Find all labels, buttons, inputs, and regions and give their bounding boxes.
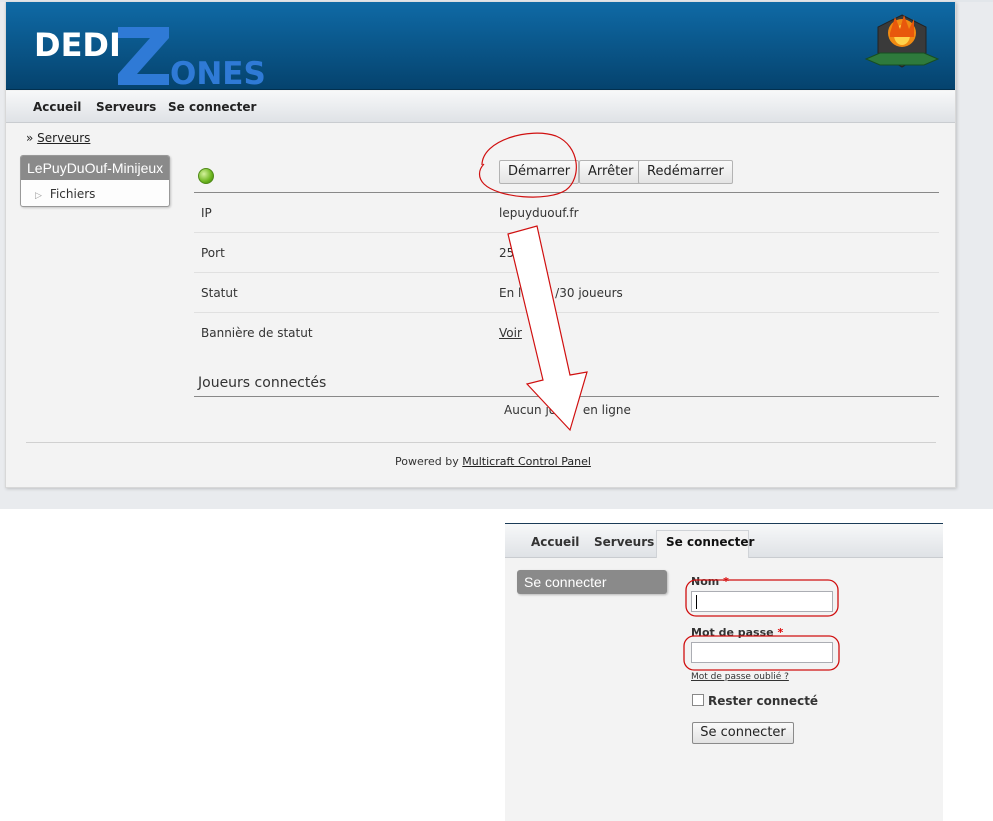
info-row-statut: Statut En li /30 joueurs: [194, 273, 939, 313]
multicraft-link[interactable]: Multicraft Control Panel: [462, 455, 591, 468]
banner-voir-link[interactable]: Voir: [499, 326, 522, 340]
green-dot-icon: [198, 168, 214, 184]
sidebar-item-label: Fichiers: [49, 187, 96, 201]
breadcrumb-link-serveurs[interactable]: Serveurs: [37, 131, 90, 145]
text-caret: [696, 595, 697, 609]
logo-text-dedi: DEDI: [34, 26, 121, 64]
nav-se-connecter[interactable]: Se connecter: [168, 100, 256, 114]
name-label-text: Nom: [691, 575, 720, 588]
breadcrumb-separator: »: [26, 131, 34, 145]
dedizones-logo[interactable]: DEDI ONES: [32, 24, 272, 86]
footer-prefix: Powered by: [395, 455, 459, 468]
start-button[interactable]: Démarrer: [499, 160, 580, 184]
players-empty-message: Aucun jo en ligne: [504, 403, 631, 417]
password-label: Mot de passe *: [691, 626, 783, 639]
login-nav: Accueil Serveurs Se connecter: [505, 524, 943, 558]
players-section-title: Joueurs connectés: [198, 375, 327, 391]
site-header: DEDI ONES: [6, 2, 955, 90]
top-screenshot-region: DEDI ONES Accueil Serveurs Se connecter …: [0, 0, 993, 509]
password-field[interactable]: [691, 642, 833, 663]
nav-accueil[interactable]: Accueil: [33, 100, 81, 114]
server-panel: DEDI ONES Accueil Serveurs Se connecter …: [5, 2, 956, 488]
breadcrumb: » Serveurs: [26, 131, 90, 145]
login-nav-accueil[interactable]: Accueil: [531, 535, 579, 549]
remember-checkbox[interactable]: [692, 694, 704, 706]
info-key: Port: [201, 246, 225, 260]
info-key: Bannière de statut: [201, 326, 313, 340]
footer: Powered by Multicraft Control Panel: [395, 455, 591, 468]
players-divider: [194, 396, 939, 397]
login-panel: Accueil Serveurs Se connecter Se connect…: [505, 523, 943, 821]
logo-text-ones: ONES: [170, 56, 266, 86]
login-nav-serveurs[interactable]: Serveurs: [594, 535, 654, 549]
stop-button[interactable]: Arrêter: [579, 160, 643, 184]
info-value-statut: En li /30 joueurs: [499, 286, 623, 300]
sidebar-item-fichiers[interactable]: ▷ Fichiers: [35, 187, 95, 201]
info-key: IP: [201, 206, 212, 220]
required-mark: *: [777, 626, 784, 639]
main-nav: Accueil Serveurs Se connecter: [6, 91, 955, 123]
required-mark: *: [723, 575, 729, 588]
server-side-menu: LePuyDuOuf-Minijeux ▷ Fichiers: [20, 155, 170, 207]
password-label-text: Mot de passe: [691, 626, 774, 639]
info-value-ip: lepuyduouf.fr: [499, 206, 579, 220]
info-row-banniere: Bannière de statut Voir: [194, 313, 939, 353]
info-key: Statut: [201, 286, 238, 300]
login-submit-button[interactable]: Se connecter: [692, 722, 794, 744]
info-row-port: Port 25: [194, 233, 939, 273]
footer-divider: [26, 442, 936, 443]
name-field[interactable]: [691, 591, 833, 612]
triangle-right-icon: ▷: [35, 191, 42, 201]
login-side-title[interactable]: Se connecter: [517, 570, 667, 594]
info-row-ip: IP lepuyduouf.fr: [194, 193, 939, 233]
name-label: Nom *: [691, 575, 729, 588]
server-name-title[interactable]: LePuyDuOuf-Minijeux: [21, 156, 169, 180]
nav-serveurs[interactable]: Serveurs: [96, 100, 156, 114]
restart-button[interactable]: Redémarrer: [638, 160, 733, 184]
remember-label[interactable]: Rester connecté: [708, 694, 818, 708]
forgot-password-link[interactable]: Mot de passe oublié ?: [691, 672, 789, 682]
login-nav-se-connecter[interactable]: Se connecter: [666, 535, 754, 549]
info-value-port: 25: [499, 246, 515, 260]
fire-shield-emblem-icon: [864, 14, 940, 68]
